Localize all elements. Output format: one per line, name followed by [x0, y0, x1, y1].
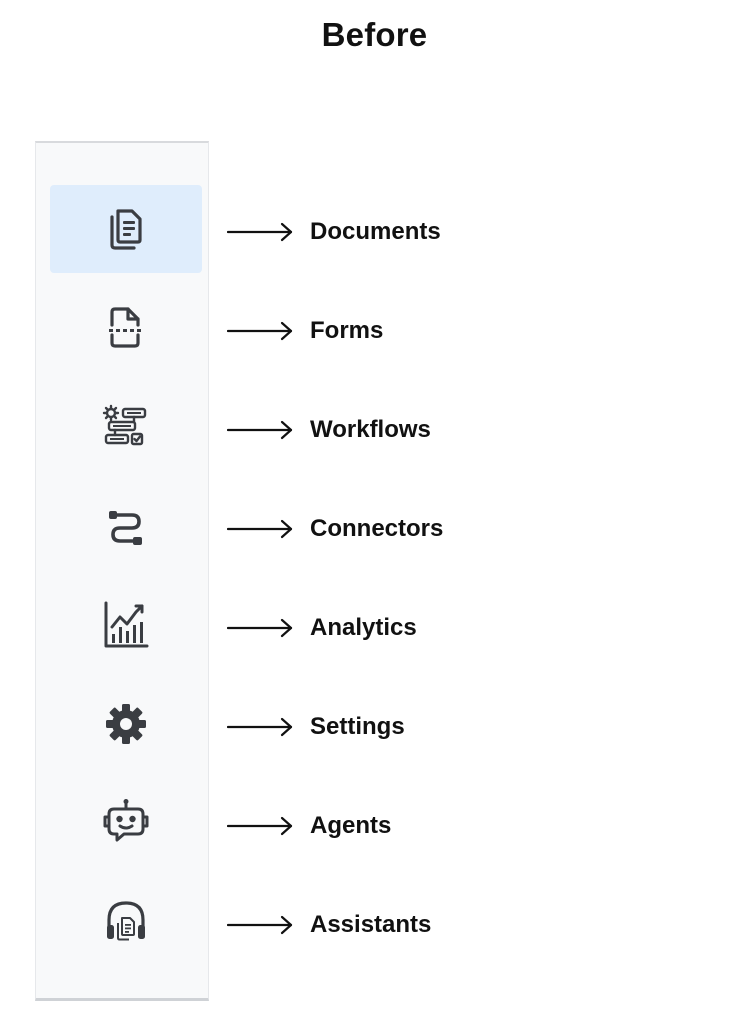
sidebar-item-workflows[interactable] [50, 383, 202, 471]
connector-cable-icon [109, 511, 142, 545]
callout-settings: Settings [227, 707, 405, 747]
arrow-right-icon [227, 816, 293, 836]
arrow-right-icon [227, 717, 293, 737]
documents-icon [110, 209, 142, 250]
callout-analytics: Analytics [227, 608, 417, 648]
sidebar-item-settings[interactable] [50, 680, 202, 768]
page-title: Before [321, 16, 428, 53]
robot-icon [103, 799, 149, 842]
arrow-right-icon [227, 321, 293, 341]
arrow-right-icon [227, 420, 293, 440]
label-agents: Agents [310, 812, 392, 839]
arrow-right-icon [227, 915, 293, 935]
callout-documents: Documents [227, 212, 441, 252]
callout-connectors: Connectors [227, 509, 443, 549]
arrow-right-icon [227, 222, 293, 242]
gear-icon [106, 704, 146, 744]
label-settings: Settings [310, 713, 405, 740]
label-analytics: Analytics [310, 614, 417, 641]
sidebar-item-connectors[interactable] [50, 482, 202, 570]
sidebar-item-assistants[interactable] [50, 878, 202, 966]
workflow-icon [102, 404, 147, 446]
form-scan-icon [109, 307, 141, 348]
sidebar-item-forms[interactable] [50, 284, 202, 372]
sidebar [35, 141, 209, 1001]
sidebar-item-analytics[interactable] [50, 581, 202, 669]
sidebar-item-agents[interactable] [50, 779, 202, 867]
label-forms: Forms [310, 317, 384, 344]
label-documents: Documents [310, 218, 441, 245]
callout-assistants: Assistants [227, 905, 431, 945]
arrow-right-icon [227, 618, 293, 638]
label-connectors: Connectors [310, 515, 444, 542]
callout-forms: Forms [227, 311, 383, 351]
callout-workflows: Workflows [227, 410, 431, 450]
analytics-chart-icon [104, 601, 149, 648]
headset-document-icon [107, 901, 145, 941]
label-workflows: Workflows [310, 416, 431, 443]
arrow-right-icon [227, 519, 293, 539]
label-assistants: Assistants [310, 911, 432, 938]
callout-agents: Agents [227, 806, 391, 846]
page: Before Documents Forms Workflows Connect… [0, 0, 749, 1035]
sidebar-item-documents[interactable] [50, 185, 202, 273]
